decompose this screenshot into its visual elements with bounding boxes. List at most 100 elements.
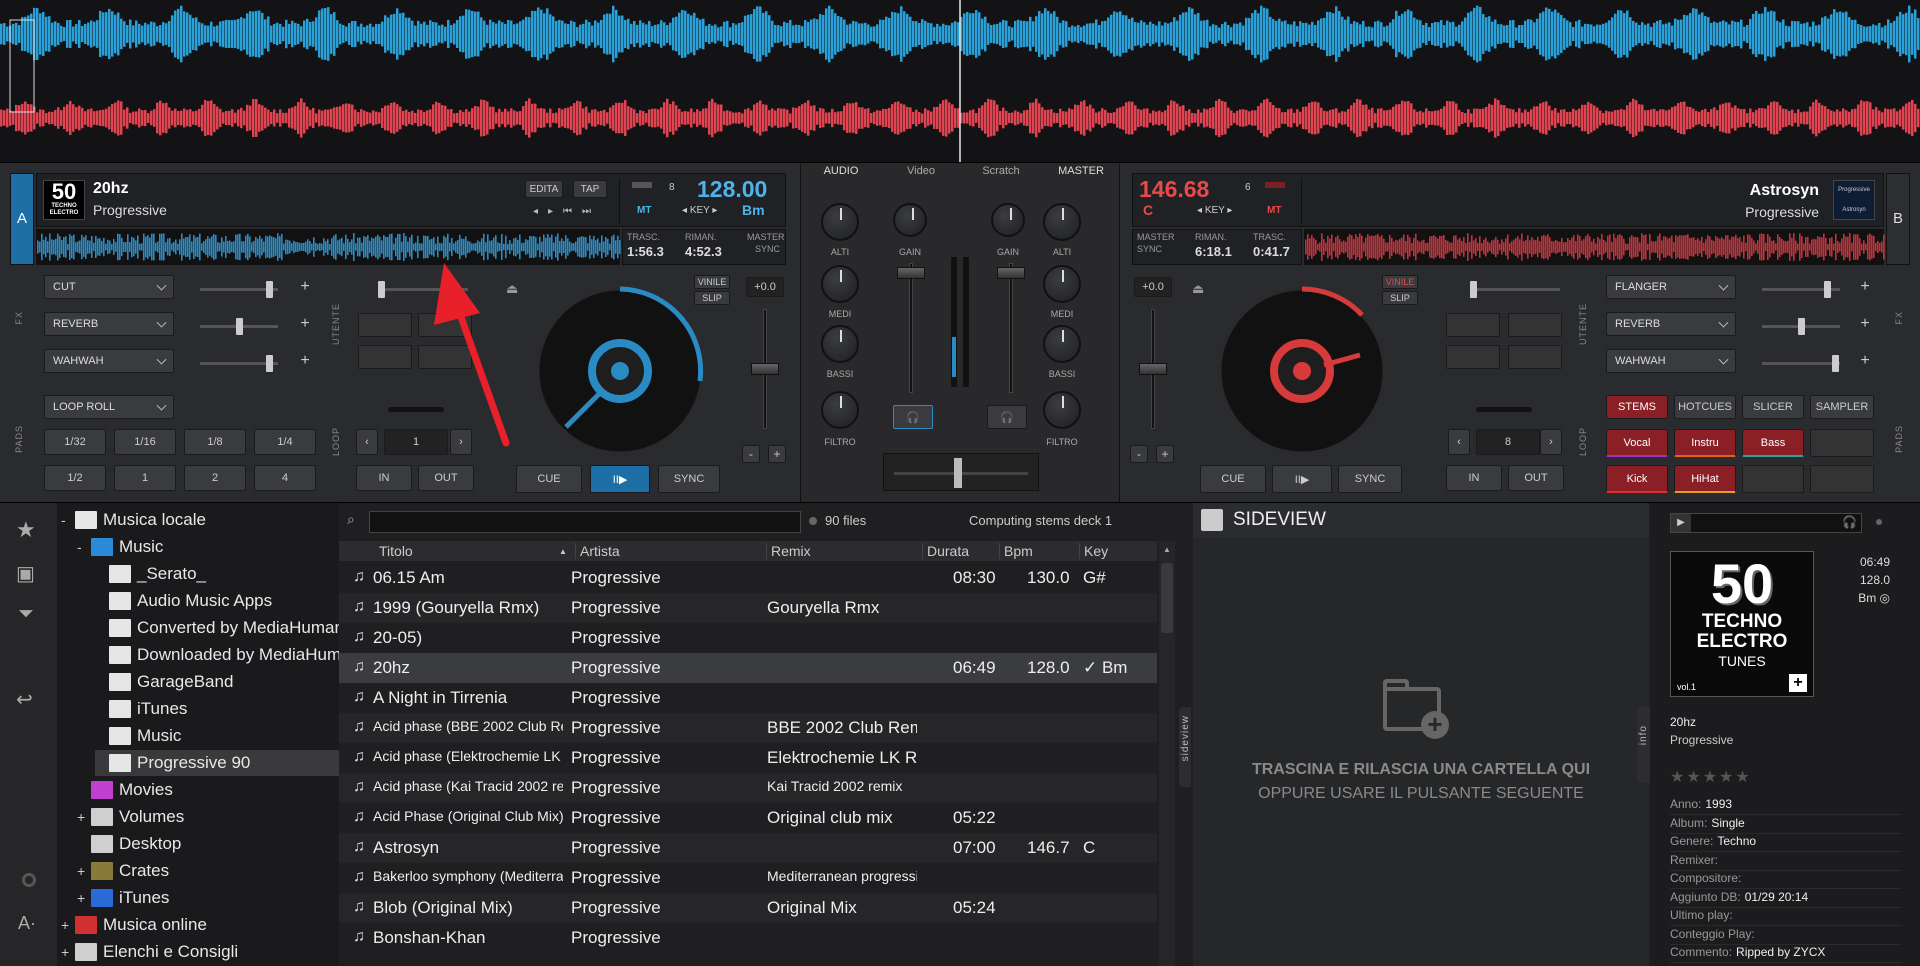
info-tab[interactable]: info (1637, 707, 1650, 783)
deck-a-bpm[interactable]: 128.00 (697, 176, 767, 203)
table-row[interactable]: ♫ 20-05) Progressive (339, 623, 1157, 653)
sync-button-b[interactable]: SYNC (1338, 465, 1402, 493)
stem-empty-2[interactable] (1742, 465, 1804, 493)
eq-low-a[interactable] (821, 325, 859, 363)
eq-mid-a[interactable] (821, 265, 859, 303)
tab-audio[interactable]: AUDIO (801, 165, 881, 183)
volume-fader-b[interactable] (1009, 263, 1013, 393)
list-scrollbar[interactable]: ▲ (1159, 541, 1175, 966)
deck-a-transport-icons[interactable]: ◂▸⏮⏭ (533, 206, 601, 217)
preview-player[interactable]: ▶ 🎧 (1670, 513, 1862, 533)
col-duration[interactable]: Durata (922, 543, 969, 559)
col-remix[interactable]: Remix (766, 543, 811, 559)
play-button-a[interactable]: II▶ (590, 465, 650, 493)
deck-b-bpm[interactable]: 146.68 (1139, 176, 1209, 203)
eq-low-b[interactable] (1043, 325, 1081, 363)
tree-expander[interactable]: - (77, 539, 91, 555)
tree-item[interactable]: Movies (77, 777, 173, 803)
tree-item[interactable]: + iTunes (77, 885, 169, 911)
table-row[interactable]: ♫ Acid Phase (Original Club Mix) Progressi… (339, 803, 1157, 833)
tab-scratch[interactable]: Scratch (961, 165, 1041, 183)
fx3-select-a[interactable]: WAHWAH (44, 349, 174, 373)
stem-empty-1[interactable] (1810, 429, 1874, 457)
pad-tab-stems[interactable]: STEMS (1606, 395, 1668, 419)
tree-item[interactable]: GarageBand (95, 669, 233, 695)
deck-b-indicator[interactable]: B (1886, 173, 1910, 265)
tree-expander[interactable]: + (77, 809, 91, 825)
table-row[interactable]: ♫ A Night in Tirrenia Progressive (339, 683, 1157, 713)
stem-hihat[interactable]: HiHat (1674, 465, 1736, 493)
pitch-minus-b[interactable]: - (1130, 445, 1148, 463)
loop-out-a[interactable]: OUT (418, 465, 474, 491)
font-size-icon[interactable]: A· (18, 913, 36, 934)
rating-stars[interactable]: ★★★★★ (1670, 767, 1752, 787)
user-pad-4-b[interactable] (1508, 345, 1562, 369)
col-bpm[interactable]: Bpm (999, 543, 1033, 559)
fx1-slider-a[interactable] (200, 281, 278, 298)
filter-a[interactable] (821, 391, 859, 429)
tree-expander[interactable]: + (77, 863, 91, 879)
table-row[interactable]: ♫ Acid phase (Elektrochemie LK RM. Progres… (339, 743, 1157, 773)
deck-b-key[interactable]: C (1143, 202, 1153, 218)
eq-high-a[interactable] (821, 203, 859, 241)
tree-item[interactable]: - Music (77, 534, 163, 560)
table-row[interactable]: ♫ Acid phase (Kai Tracid 2002 remix Progre… (339, 773, 1157, 803)
gain-knob-a[interactable] (893, 203, 927, 237)
deck-a-key-control[interactable]: ◂ KEY ▸ (682, 205, 717, 216)
tree-expander[interactable]: + (77, 890, 91, 906)
deck-b-mini-waveform[interactable] (1304, 229, 1885, 265)
loop-halve-b[interactable]: ‹ (1448, 429, 1470, 455)
loop-pad-1-8[interactable]: 1/8 (184, 429, 246, 455)
tree-item[interactable]: Progressive 90 (95, 750, 339, 776)
cue-button-a[interactable]: CUE (516, 465, 582, 493)
fx2-select-b[interactable]: REVERB (1606, 312, 1736, 336)
jog-wheel-b[interactable] (1212, 281, 1392, 461)
deck-a-key[interactable]: Bm (742, 202, 765, 218)
fx3-add-b[interactable]: + (1856, 352, 1874, 370)
tree-item[interactable]: Converted by MediaHuman (95, 615, 339, 641)
crossfader-thumb[interactable] (954, 458, 962, 488)
loop-pad-2[interactable]: 2 (184, 465, 246, 491)
filter-icon[interactable]: ⏷ (18, 603, 34, 626)
loop-pad-1-4[interactable]: 1/4 (254, 429, 316, 455)
user-pad-1-a[interactable] (358, 313, 412, 337)
crossfader[interactable] (883, 453, 1039, 491)
sideview-tab[interactable]: sideview (1179, 707, 1191, 787)
deck-a-remaining[interactable]: 4:52.3 (685, 244, 722, 259)
pad-tab-slicer[interactable]: SLICER (1742, 395, 1804, 419)
deck-a-elapsed[interactable]: 1:56.3 (627, 244, 664, 259)
pitch-value-b[interactable]: +0.0 (1134, 277, 1172, 297)
loop-halve-a[interactable]: ‹ (356, 429, 378, 455)
tree-item[interactable]: _Serato_ (95, 561, 206, 587)
loop-pad-1-2[interactable]: 1/2 (44, 465, 106, 491)
tree-item[interactable]: + Musica online (61, 912, 207, 938)
edit-button[interactable]: EDITA (525, 180, 563, 198)
pad-tab-sampler[interactable]: SAMPLER (1810, 395, 1874, 419)
stem-bass[interactable]: Bass (1742, 429, 1804, 457)
tree-expander[interactable]: + (61, 917, 75, 933)
loop-pad-4[interactable]: 4 (254, 465, 316, 491)
eq-mid-b[interactable] (1043, 265, 1081, 303)
fx2-slider-b[interactable] (1762, 318, 1840, 335)
fx2-add-a[interactable]: + (296, 315, 314, 333)
table-row[interactable]: ♫ Bonshan-Khan Progressive (339, 923, 1157, 953)
fx1-slider-b[interactable] (1762, 281, 1840, 298)
volume-thumb-a[interactable] (897, 267, 925, 279)
deck-b-elapsed[interactable]: 0:41.7 (1253, 244, 1290, 259)
fx1-add-a[interactable]: + (296, 278, 314, 296)
stem-kick[interactable]: Kick (1606, 465, 1668, 493)
headphone-cue-a[interactable]: 🎧 (893, 405, 933, 429)
star-icon[interactable]: ★ (16, 517, 36, 543)
slip-button-a[interactable]: SLIP (694, 291, 730, 305)
pitch-fader-thumb-a[interactable] (751, 363, 779, 375)
tree-item[interactable]: Downloaded by MediaHuman (95, 642, 339, 668)
tree-item[interactable]: + Volumes (77, 804, 184, 830)
preview-play-icon[interactable]: ▶ (1671, 514, 1691, 532)
search-input[interactable] (369, 511, 801, 533)
tab-master[interactable]: MASTER (1041, 165, 1121, 183)
waveform-overview[interactable] (0, 0, 1920, 162)
pitch-value-a[interactable]: +0.0 (746, 277, 784, 297)
pitch-fader-thumb-b[interactable] (1139, 363, 1167, 375)
pitch-plus-a[interactable]: + (768, 445, 786, 463)
loop-double-b[interactable]: › (1540, 429, 1562, 455)
